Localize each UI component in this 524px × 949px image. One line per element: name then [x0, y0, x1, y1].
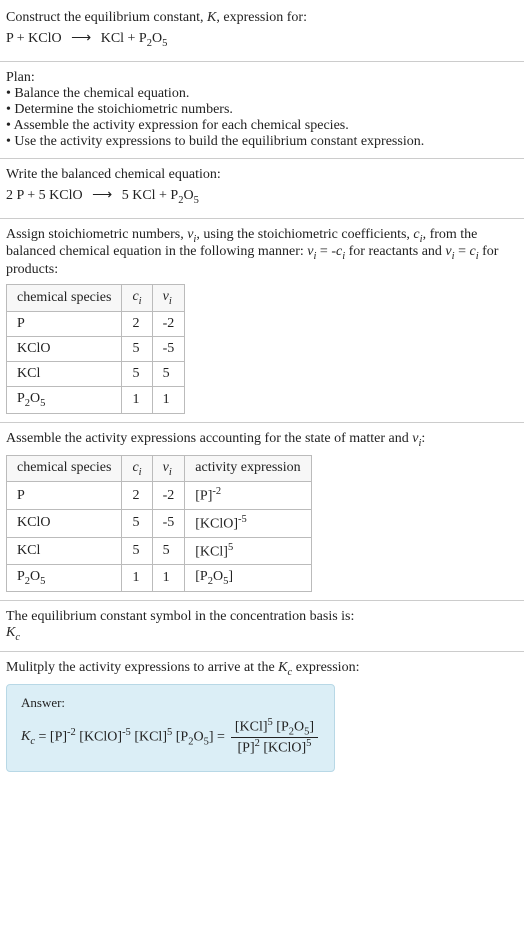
- cell-species: KClO: [7, 510, 122, 538]
- balanced-heading: Write the balanced chemical equation:: [6, 167, 518, 183]
- col-ci: ci: [122, 285, 152, 312]
- balanced-section: Write the balanced chemical equation: 2 …: [0, 159, 524, 219]
- table-row: KClO 5 -5 [KClO]-5: [7, 510, 312, 538]
- cell-ci: 2: [122, 482, 152, 510]
- prompt-line-1: Construct the equilibrium constant, K, e…: [6, 10, 518, 26]
- cell-ci: 2: [122, 311, 152, 336]
- eq-rhs: KCl + P2O5: [101, 31, 168, 46]
- col-vi: νi: [152, 455, 185, 482]
- cell-ci: 5: [122, 537, 152, 565]
- plan-item: • Balance the chemical equation.: [6, 86, 518, 102]
- cell-activity: [KCl]5: [185, 537, 311, 565]
- cell-species: KCl: [7, 361, 122, 386]
- arrow-icon: ⟶: [71, 31, 91, 46]
- cell-vi: -2: [152, 482, 185, 510]
- stoich-table: chemical species ci νi P 2 -2 KClO 5 -5 …: [6, 284, 185, 414]
- cell-vi: 1: [152, 386, 185, 413]
- cell-species: KClO: [7, 336, 122, 361]
- cell-activity: [P]-2: [185, 482, 311, 510]
- activity-section: Assemble the activity expressions accoun…: [0, 423, 524, 601]
- symbol-section: The equilibrium constant symbol in the c…: [0, 601, 524, 652]
- answer-label: Answer:: [21, 695, 320, 711]
- plan-item: • Assemble the activity expression for e…: [6, 118, 518, 134]
- table-row: KCl 5 5 [KCl]5: [7, 537, 312, 565]
- eq-lhs: 2 P + 5 KClO: [6, 188, 83, 203]
- table-header-row: chemical species ci νi activity expressi…: [7, 455, 312, 482]
- answer-box: Answer: Kc = [P]-2 [KClO]-5 [KCl]5 [P2O5…: [6, 684, 335, 772]
- cell-ci: 5: [122, 510, 152, 538]
- cell-ci: 5: [122, 336, 152, 361]
- cell-vi: 5: [152, 537, 185, 565]
- kc-fraction: [KCl]5 [P2O5] [P]2 [KClO]5: [231, 717, 318, 757]
- plan-item: • Use the activity expressions to build …: [6, 134, 518, 150]
- plan-heading: Plan:: [6, 70, 518, 86]
- cell-vi: -2: [152, 311, 185, 336]
- cell-ci: 5: [122, 361, 152, 386]
- col-species: chemical species: [7, 455, 122, 482]
- cell-species: P2O5: [7, 565, 122, 592]
- stoich-section: Assign stoichiometric numbers, νi, using…: [0, 219, 524, 423]
- table-row: P 2 -2 [P]-2: [7, 482, 312, 510]
- eq-lhs: P + KClO: [6, 31, 62, 46]
- cell-species: KCl: [7, 537, 122, 565]
- col-vi: νi: [152, 285, 185, 312]
- cell-species: P2O5: [7, 386, 122, 413]
- balanced-equation: 2 P + 5 KClO ⟶ 5 KCl + P2O5: [6, 187, 518, 206]
- stoich-text: Assign stoichiometric numbers, νi, using…: [6, 227, 518, 279]
- unbalanced-equation: P + KClO ⟶ KCl + P2O5: [6, 30, 518, 49]
- cell-vi: 5: [152, 361, 185, 386]
- kc-lhs: Kc = [P]-2 [KClO]-5 [KCl]5 [P2O5] =: [21, 727, 225, 747]
- arrow-icon: ⟶: [92, 188, 112, 203]
- kc-symbol: Kc: [6, 625, 518, 643]
- activity-table: chemical species ci νi activity expressi…: [6, 455, 312, 593]
- table-row: KClO 5 -5: [7, 336, 185, 361]
- plan-section: Plan: • Balance the chemical equation. •…: [0, 62, 524, 159]
- multiply-text: Mulitply the activity expressions to arr…: [6, 660, 518, 678]
- cell-vi: -5: [152, 510, 185, 538]
- col-ci: ci: [122, 455, 152, 482]
- table-row: P 2 -2: [7, 311, 185, 336]
- cell-species: P: [7, 482, 122, 510]
- frac-denominator: [P]2 [KClO]5: [231, 737, 318, 757]
- prompt-section: Construct the equilibrium constant, K, e…: [0, 0, 524, 62]
- table-row: P2O5 1 1: [7, 386, 185, 413]
- cell-vi: 1: [152, 565, 185, 592]
- cell-activity: [KClO]-5: [185, 510, 311, 538]
- activity-text: Assemble the activity expressions accoun…: [6, 431, 518, 449]
- multiply-section: Mulitply the activity expressions to arr…: [0, 652, 524, 780]
- col-activity: activity expression: [185, 455, 311, 482]
- table-row: KCl 5 5: [7, 361, 185, 386]
- cell-species: P: [7, 311, 122, 336]
- frac-numerator: [KCl]5 [P2O5]: [231, 717, 318, 737]
- col-species: chemical species: [7, 285, 122, 312]
- cell-ci: 1: [122, 386, 152, 413]
- plan-item: • Determine the stoichiometric numbers.: [6, 102, 518, 118]
- symbol-text: The equilibrium constant symbol in the c…: [6, 609, 518, 625]
- table-row: P2O5 1 1 [P2O5]: [7, 565, 312, 592]
- kc-expression: Kc = [P]-2 [KClO]-5 [KCl]5 [P2O5] = [KCl…: [21, 717, 320, 757]
- eq-rhs: 5 KCl + P2O5: [122, 188, 199, 203]
- cell-activity: [P2O5]: [185, 565, 311, 592]
- table-header-row: chemical species ci νi: [7, 285, 185, 312]
- cell-ci: 1: [122, 565, 152, 592]
- cell-vi: -5: [152, 336, 185, 361]
